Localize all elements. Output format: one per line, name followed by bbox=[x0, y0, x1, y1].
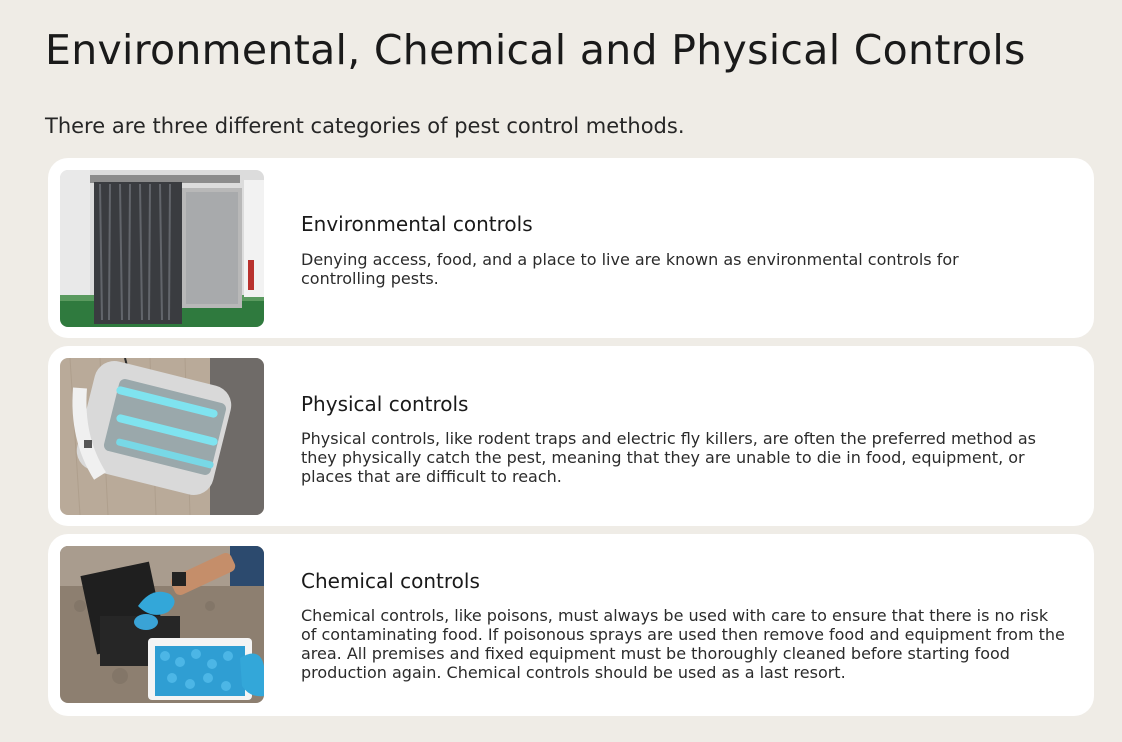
bait-station-image bbox=[60, 546, 264, 703]
card-description: Chemical controls, like poisons, must al… bbox=[301, 606, 1065, 682]
electric-fly-killer-image bbox=[60, 358, 264, 515]
card-title: Environmental controls bbox=[301, 212, 533, 236]
card-chemical-controls: Chemical controls Chemical controls, lik… bbox=[48, 534, 1094, 716]
intro-text: There are three different categories of … bbox=[45, 114, 685, 138]
card-title: Physical controls bbox=[301, 392, 469, 416]
card-title: Chemical controls bbox=[301, 569, 480, 593]
card-description: Physical controls, like rodent traps and… bbox=[301, 429, 1036, 486]
strip-curtain-door-image bbox=[60, 170, 264, 327]
card-description: Denying access, food, and a place to liv… bbox=[301, 250, 959, 288]
page-title: Environmental, Chemical and Physical Con… bbox=[45, 26, 1026, 74]
card-environmental-controls: Environmental controls Denying access, f… bbox=[48, 158, 1094, 338]
card-physical-controls: Physical controls Physical controls, lik… bbox=[48, 346, 1094, 526]
